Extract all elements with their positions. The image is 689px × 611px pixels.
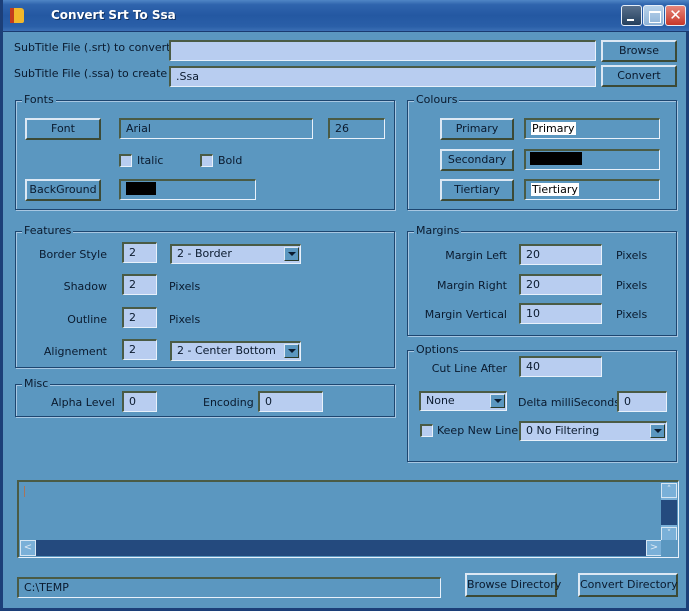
filter-selected: 0 No Filtering <box>526 424 600 437</box>
delta-ms-input[interactable]: 0 <box>617 391 667 412</box>
secondary-colour-button[interactable]: Secondary <box>440 149 514 171</box>
keep-new-line-label: Keep New Line <box>437 424 519 437</box>
scroll-left-icon[interactable]: < <box>20 540 36 556</box>
tertiary-colour-preview: Tiertiary <box>531 183 579 196</box>
main-window: Convert Srt To Ssa ✕ SubTitle File (.srt… <box>0 0 689 611</box>
alpha-level-label: Alpha Level <box>51 396 115 409</box>
bold-label: Bold <box>218 154 243 167</box>
horizontal-scrollbar[interactable]: < > <box>20 540 662 556</box>
ssa-file-input[interactable]: .Ssa <box>169 66 596 87</box>
mode-select[interactable]: None <box>419 391 507 411</box>
ssa-file-label: SubTitle File (.ssa) to create <box>14 67 168 80</box>
alpha-level-input[interactable]: 0 <box>122 391 157 412</box>
title-bar[interactable]: Convert Srt To Ssa ✕ <box>3 0 689 32</box>
vertical-scroll-thumb[interactable] <box>661 500 677 525</box>
maximize-button[interactable] <box>643 5 664 26</box>
chevron-down-icon[interactable] <box>650 424 665 438</box>
font-size-field[interactable]: 26 <box>328 118 385 139</box>
log-textarea[interactable]: ˄ ˅ < > <box>17 480 679 558</box>
options-group-title: Options <box>414 343 461 356</box>
chevron-down-icon[interactable] <box>284 344 299 358</box>
encoding-label: Encoding <box>203 396 254 409</box>
border-style-input[interactable]: 2 <box>122 242 157 263</box>
convert-button[interactable]: Convert <box>601 65 677 87</box>
srt-file-label: SubTitle File (.srt) to convert <box>14 41 171 54</box>
margin-right-label: Margin Right <box>436 279 507 292</box>
primary-colour-preview: Primary <box>531 122 576 135</box>
features-group-title: Features <box>22 224 74 237</box>
scroll-up-icon[interactable]: ˄ <box>661 483 677 498</box>
scroll-corner <box>661 540 677 556</box>
filter-select[interactable]: 0 No Filtering <box>519 421 667 441</box>
colours-group-title: Colours <box>414 93 460 106</box>
outline-input[interactable]: 2 <box>122 307 157 328</box>
browse-button[interactable]: Browse <box>601 40 677 62</box>
directory-path-field[interactable]: C:\TEMP <box>17 577 441 598</box>
background-button[interactable]: BackGround <box>25 179 101 201</box>
encoding-input[interactable]: 0 <box>258 391 323 412</box>
misc-group-title: Misc <box>22 377 51 390</box>
vertical-scrollbar[interactable]: ˄ ˅ <box>661 483 677 542</box>
border-style-select[interactable]: 2 - Border <box>170 244 301 264</box>
margin-vertical-input[interactable]: 10 <box>519 303 602 324</box>
cut-line-input[interactable]: 40 <box>519 356 602 377</box>
text-caret <box>24 486 25 497</box>
font-button[interactable]: Font <box>25 118 101 140</box>
secondary-colour-swatch <box>530 152 582 165</box>
delta-ms-label: Delta milliSeconds <box>518 396 620 409</box>
shadow-unit: Pixels <box>169 280 201 293</box>
tertiary-colour-button[interactable]: Tiertiary <box>440 179 514 201</box>
margin-vertical-label: Margin Vertical <box>424 308 507 321</box>
outline-unit: Pixels <box>169 313 201 326</box>
margin-left-label: Margin Left <box>445 249 507 262</box>
margin-right-input[interactable]: 20 <box>519 274 602 295</box>
outline-label: Outline <box>67 313 107 326</box>
secondary-colour-field[interactable] <box>524 149 660 170</box>
background-color-field[interactable] <box>119 179 256 200</box>
primary-colour-button[interactable]: Primary <box>440 118 514 140</box>
scroll-right-icon[interactable]: > <box>646 540 662 556</box>
alignment-input[interactable]: 2 <box>122 339 157 360</box>
chevron-down-icon[interactable] <box>284 247 299 261</box>
chevron-down-icon[interactable] <box>490 394 505 408</box>
convert-directory-button[interactable]: Convert Directory <box>578 573 678 597</box>
close-icon: ✕ <box>669 6 682 24</box>
background-color-swatch <box>126 182 156 195</box>
primary-colour-field[interactable]: Primary <box>524 118 660 139</box>
tertiary-colour-field[interactable]: Tiertiary <box>524 179 660 200</box>
window-title: Convert Srt To Ssa <box>51 8 176 22</box>
italic-checkbox[interactable] <box>119 154 132 167</box>
italic-label: Italic <box>137 154 164 167</box>
alignment-label: Alignement <box>43 345 107 358</box>
srt-file-input[interactable] <box>169 40 596 61</box>
shadow-label: Shadow <box>63 280 107 293</box>
minimize-button[interactable] <box>621 5 642 26</box>
mode-selected: None <box>426 394 455 407</box>
cut-line-label: Cut Line After <box>431 362 507 375</box>
shadow-input[interactable]: 2 <box>122 274 157 295</box>
bold-checkbox[interactable] <box>200 154 213 167</box>
browse-directory-button[interactable]: Browse Directory <box>465 573 561 597</box>
alignment-select[interactable]: 2 - Center Bottom <box>170 341 301 361</box>
margins-group-title: Margins <box>414 224 462 237</box>
keep-new-line-checkbox[interactable] <box>420 424 433 437</box>
close-button[interactable]: ✕ <box>665 5 686 26</box>
margin-vertical-unit: Pixels <box>616 308 648 321</box>
margin-left-input[interactable]: 20 <box>519 244 602 265</box>
border-style-label: Border Style <box>38 248 107 261</box>
alignment-selected: 2 - Center Bottom <box>177 344 276 357</box>
border-style-selected: 2 - Border <box>177 247 232 260</box>
margin-left-unit: Pixels <box>616 249 648 262</box>
font-name-field[interactable]: Arial <box>119 118 313 139</box>
margin-right-unit: Pixels <box>616 279 648 292</box>
fonts-group-title: Fonts <box>22 93 56 106</box>
app-icon <box>10 8 24 23</box>
